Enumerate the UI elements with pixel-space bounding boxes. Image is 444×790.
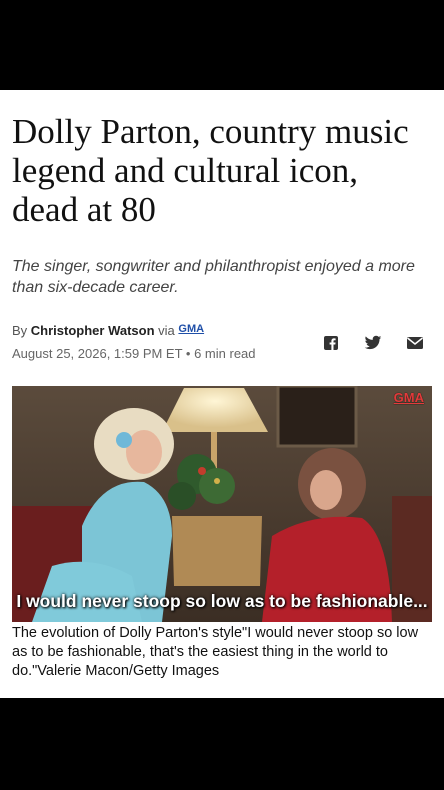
- share-buttons: [322, 334, 424, 352]
- bottom-black-bar: [0, 698, 444, 790]
- via-label: via: [158, 323, 175, 338]
- publish-date: August 25, 2026, 1:59 PM ET • 6 min read: [12, 346, 256, 361]
- author-link[interactable]: Christopher Watson: [31, 323, 155, 338]
- video-subtitle: I would never stoop so low as to be fash…: [16, 591, 428, 611]
- photo-scene: [12, 386, 432, 622]
- byline: By Christopher Watson via GMA: [12, 323, 312, 338]
- article-card: Dolly Parton, country music legend and c…: [0, 90, 444, 698]
- gma-logo[interactable]: GMA: [178, 323, 204, 335]
- twitter-icon[interactable]: [364, 334, 382, 352]
- byline-prefix: By: [12, 323, 28, 338]
- article-photo[interactable]: GMA I would never stoop so low as to be …: [12, 386, 432, 622]
- top-black-bar: [0, 0, 444, 90]
- article-headline: Dolly Parton, country music legend and c…: [12, 112, 409, 229]
- email-icon[interactable]: [406, 334, 424, 352]
- facebook-icon[interactable]: [322, 334, 340, 352]
- photo-caption: The evolution of Dolly Parton's style"I …: [12, 625, 419, 679]
- article-dek: The singer, songwriter and philanthropis…: [12, 258, 415, 296]
- photo-badge: GMA: [393, 390, 424, 405]
